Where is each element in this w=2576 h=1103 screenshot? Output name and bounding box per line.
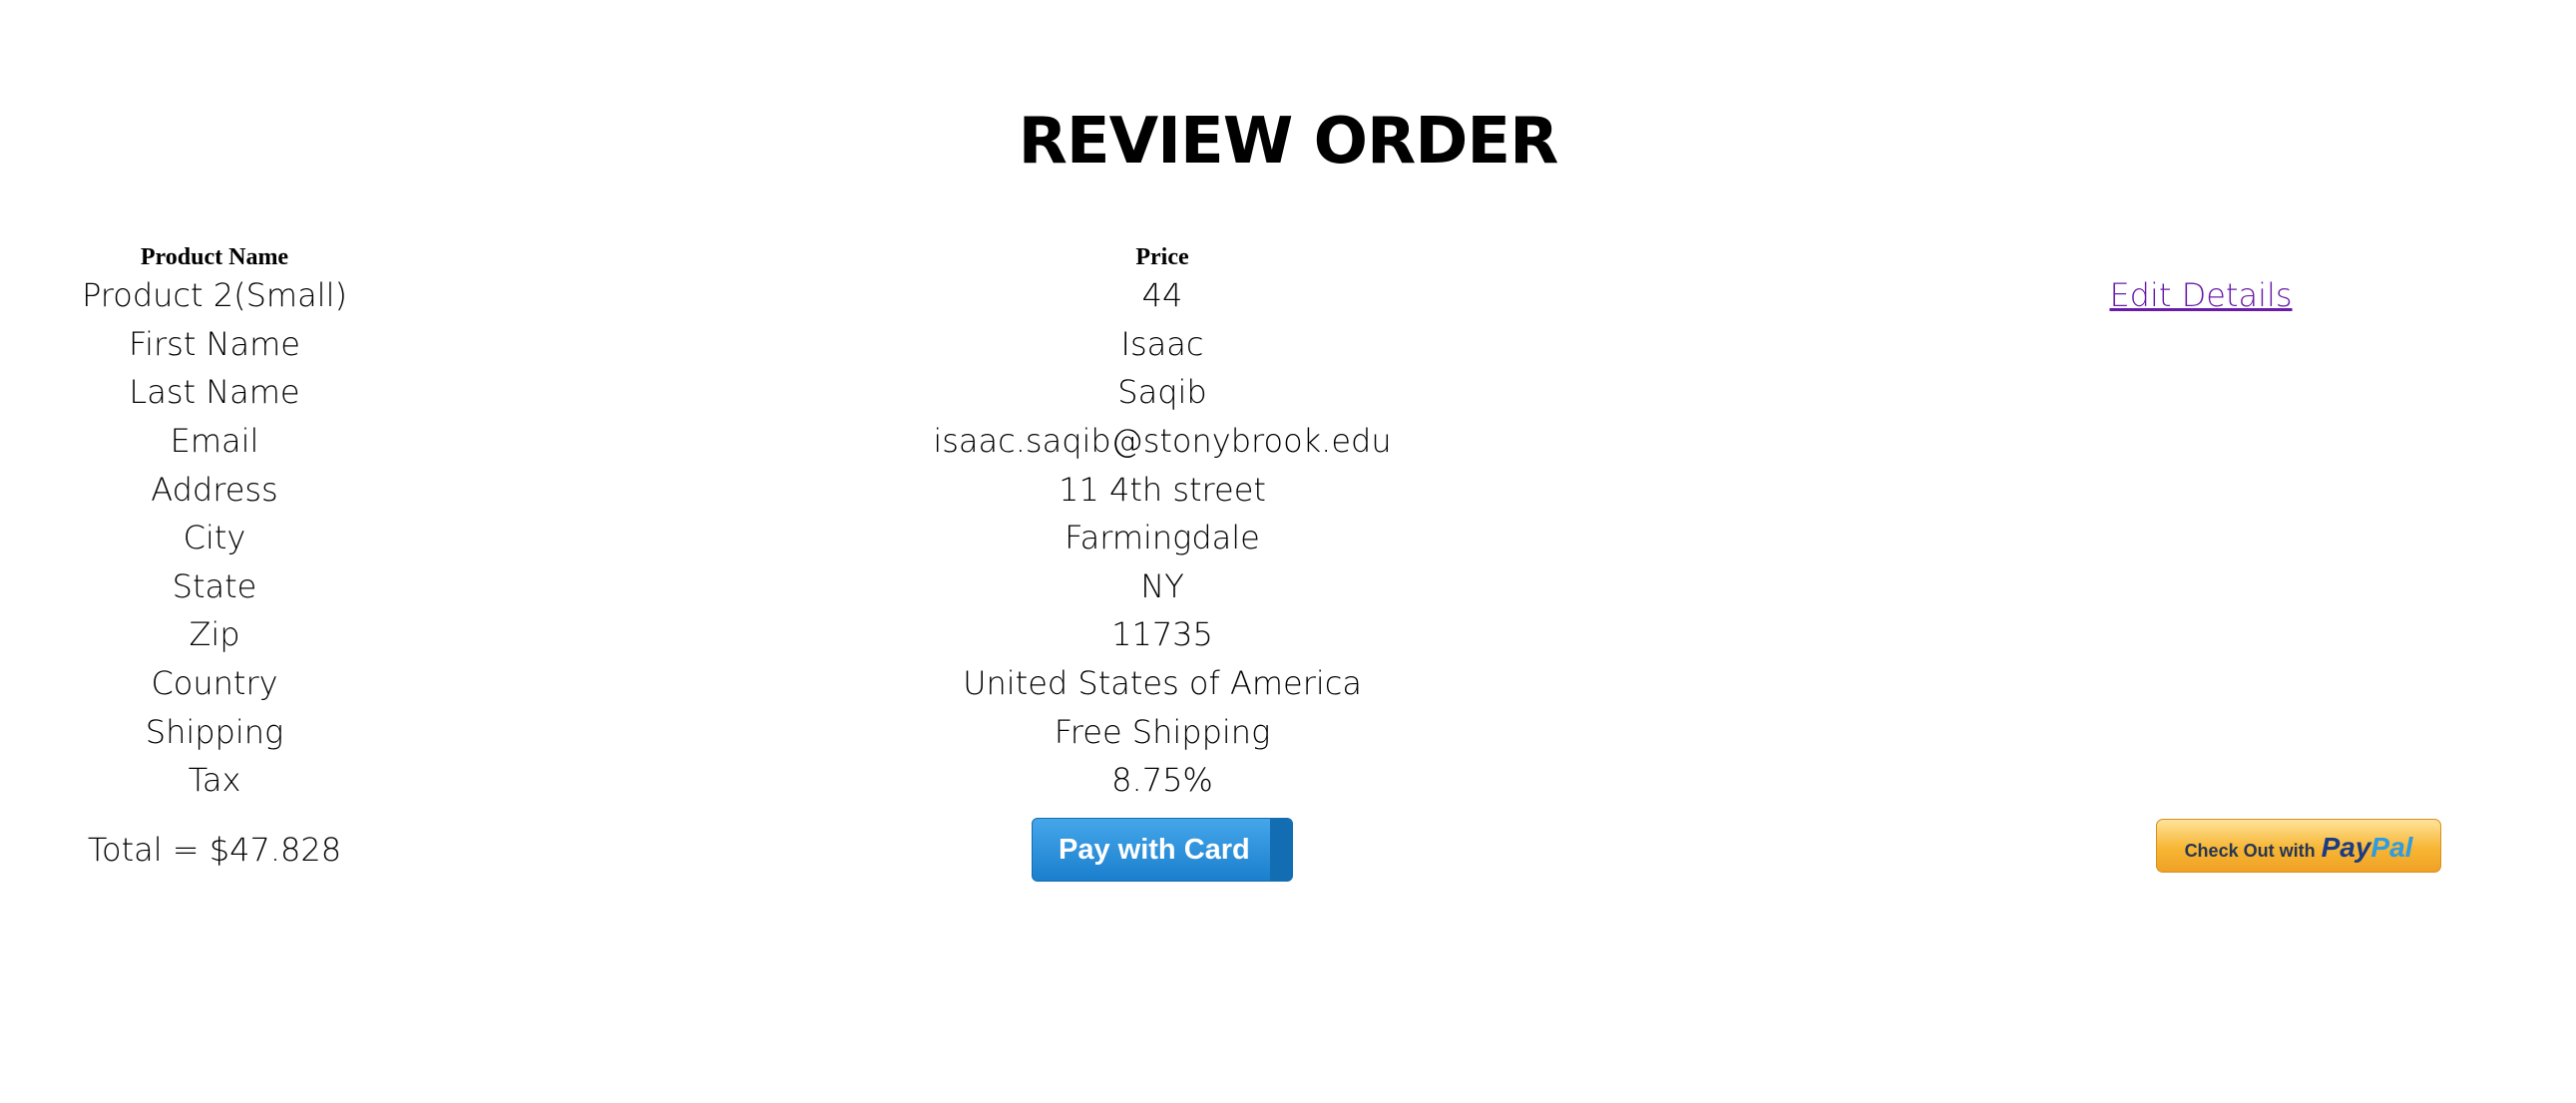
row-label: Address (151, 470, 278, 509)
row-label: Tax (188, 761, 241, 800)
order-footer-row: Total = $47.828 Pay with Card Check Out … (65, 805, 2441, 895)
table-row: Email isaac.saqib@stonybrook.edu (65, 417, 2441, 466)
row-value: Isaac (1120, 324, 1204, 363)
table-row: City Farmingdale (65, 514, 2441, 562)
table-header-row: Product Name Price (65, 231, 2441, 271)
table-row: Country United States of America (65, 659, 2441, 708)
row-label: Shipping (145, 712, 284, 751)
paypal-cell: Check Out with PayPal (1960, 805, 2441, 895)
table-row: First Name Isaac (65, 320, 2441, 369)
pay-with-card-button[interactable]: Pay with Card (1032, 817, 1293, 882)
table-row: Zip 11735 (65, 610, 2441, 659)
row-label: Product 2(Small) (82, 276, 347, 315)
row-value: NY (1140, 566, 1184, 605)
product-name-header: Product Name (140, 244, 289, 270)
pay-card-cell: Pay with Card (364, 805, 1960, 895)
table-row: Address 11 4th street (65, 465, 2441, 514)
row-value: Farmingdale (1065, 519, 1260, 557)
row-label: City (183, 519, 246, 557)
row-label: First Name (129, 324, 300, 363)
order-total: Total = $47.828 (87, 830, 342, 869)
paypal-checkout-button[interactable]: Check Out with PayPal (2156, 818, 2441, 873)
page-title: REVIEW ORDER (1018, 105, 1559, 179)
row-label: Country (151, 664, 278, 703)
edit-details-cell: Edit Details (1960, 271, 2441, 320)
price-header: Price (1135, 244, 1189, 270)
row-value: United States of America (963, 664, 1362, 703)
empty-header (1960, 231, 2441, 271)
paypal-checkout-text: Check Out with (2184, 840, 2316, 861)
row-label: Email (170, 422, 259, 461)
paypal-logo-pal: Pal (2370, 831, 2413, 863)
row-label: Zip (189, 615, 240, 654)
row-value: 8.75% (1111, 761, 1213, 800)
row-value: Free Shipping (1054, 712, 1271, 751)
row-value: 44 (1141, 276, 1183, 315)
table-row: State NY (65, 562, 2441, 611)
table-row: Last Name Saqib (65, 368, 2441, 417)
pay-with-card-label: Pay with Card (1059, 833, 1250, 866)
row-value: 11 4th street (1059, 470, 1266, 509)
row-value: isaac.saqib@stonybrook.edu (933, 422, 1392, 461)
paypal-logo-icon: PayPal (2322, 832, 2413, 863)
paypal-logo-pay: Pay (2321, 831, 2371, 863)
table-row: Tax 8.75% (65, 756, 2441, 805)
row-value: Saqib (1117, 373, 1207, 412)
edit-details-link[interactable]: Edit Details (2109, 276, 2292, 314)
row-label: Last Name (129, 373, 300, 412)
table-row: Product 2(Small) 44 Edit Details (65, 271, 2441, 320)
table-row: Shipping Free Shipping (65, 707, 2441, 756)
order-review-table: Product Name Price Product 2(Small) 44 E… (65, 231, 2441, 895)
row-label: State (172, 566, 257, 605)
row-value: 11735 (1111, 615, 1213, 654)
